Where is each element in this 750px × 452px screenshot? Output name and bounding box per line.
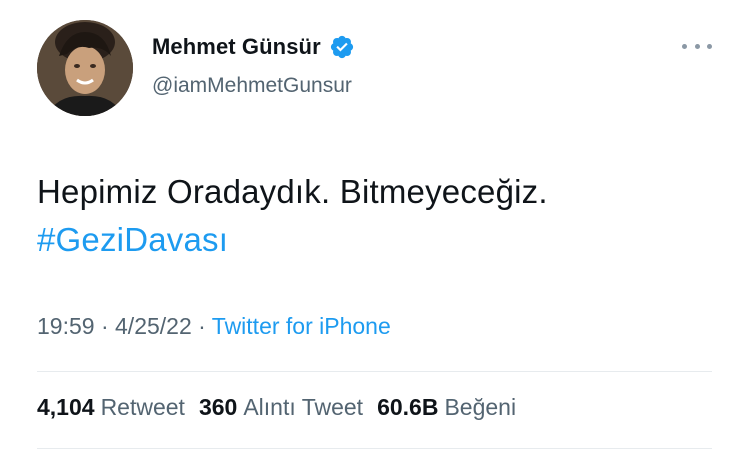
author-avatar[interactable] bbox=[37, 20, 133, 116]
like-count: 60.6B bbox=[377, 394, 439, 420]
more-dot bbox=[707, 43, 712, 49]
tweet-card: Mehmet Günsür @iamMehmetGunsur Hepimiz O… bbox=[0, 0, 750, 452]
avatar-image bbox=[37, 20, 133, 116]
quote-count: 360 bbox=[198, 394, 238, 420]
meta-separator: · bbox=[191, 313, 212, 339]
like-label: Beğeni bbox=[444, 394, 517, 420]
divider bbox=[37, 371, 712, 372]
tweet-source-link[interactable]: Twitter for iPhone bbox=[212, 313, 391, 339]
tweet-date[interactable]: 4/25/22 bbox=[115, 313, 192, 339]
hashtag-link[interactable]: #GeziDavası bbox=[37, 216, 548, 264]
meta-separator: · bbox=[94, 313, 116, 339]
like-count-link[interactable]: 60.6B Beğeni bbox=[377, 394, 516, 421]
more-horizontal-icon[interactable] bbox=[682, 36, 712, 56]
retweet-count: 4,104 bbox=[37, 394, 95, 420]
quote-label: Alıntı Tweet bbox=[243, 394, 364, 420]
tweet-body: Hepimiz Oradaydık. Bitmeyeceğiz. #GeziDa… bbox=[37, 168, 548, 264]
more-dot bbox=[694, 43, 700, 49]
tweet-time[interactable]: 19:59 bbox=[37, 313, 95, 339]
author-display-name[interactable]: Mehmet Günsür bbox=[152, 34, 321, 60]
retweet-count-link[interactable]: 4,104 Retweet bbox=[37, 394, 185, 421]
more-dot bbox=[682, 43, 687, 49]
tweet-meta: 19:59 · 4/25/22 · Twitter for iPhone bbox=[37, 313, 391, 340]
tweet-stats: 4,104 Retweet 360 Alıntı Tweet 60.6B Beğ… bbox=[37, 394, 530, 421]
author-name-row: Mehmet Günsür bbox=[152, 34, 355, 60]
quote-count-link[interactable]: 360 Alıntı Tweet bbox=[199, 394, 363, 421]
author-handle[interactable]: @iamMehmetGunsur bbox=[152, 74, 352, 98]
retweet-label: Retweet bbox=[100, 394, 185, 420]
divider bbox=[37, 448, 712, 449]
verified-badge-icon bbox=[329, 34, 355, 60]
tweet-text: Hepimiz Oradaydık. Bitmeyeceğiz. bbox=[37, 173, 548, 210]
